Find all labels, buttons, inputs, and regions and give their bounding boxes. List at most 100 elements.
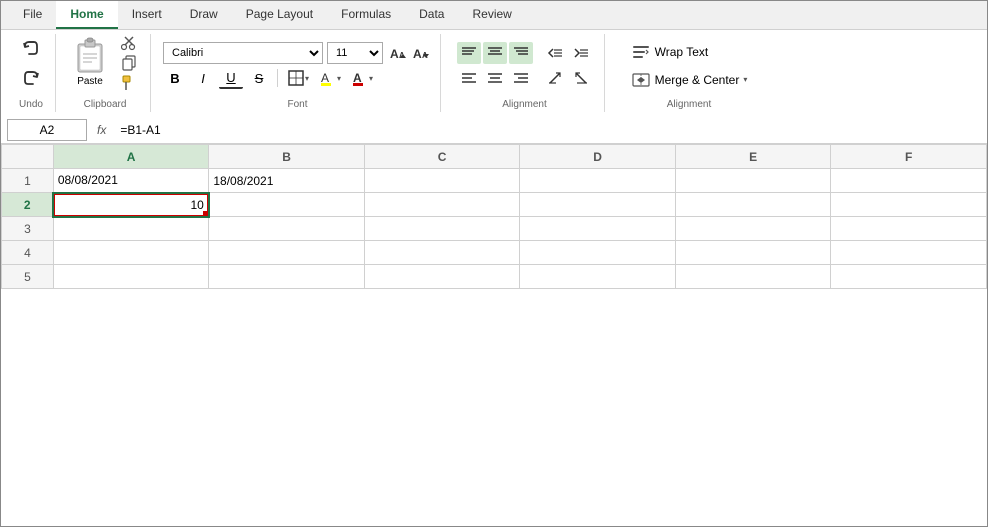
cell-f4[interactable] xyxy=(831,241,987,265)
font-group: Calibri 11 A A xyxy=(155,34,441,112)
tab-formulas[interactable]: Formulas xyxy=(327,1,405,29)
svg-text:A: A xyxy=(353,71,362,85)
increase-font-size-button[interactable]: A A xyxy=(387,42,409,64)
svg-text:A: A xyxy=(413,47,422,61)
cell-e3[interactable] xyxy=(675,217,831,241)
undo-group: Undo xyxy=(7,34,56,112)
cell-e1[interactable] xyxy=(675,169,831,193)
col-header-d[interactable]: D xyxy=(520,145,676,169)
align-right-button[interactable] xyxy=(509,67,533,89)
cell-e2[interactable] xyxy=(675,193,831,217)
cell-a5[interactable] xyxy=(53,265,209,289)
cut-button[interactable] xyxy=(116,34,142,52)
cell-a4[interactable] xyxy=(53,241,209,265)
borders-button[interactable]: ▾ xyxy=(284,67,312,89)
table-row: 3 xyxy=(2,217,987,241)
merge-center-button[interactable]: Merge & Center ▾ xyxy=(627,68,752,92)
formula-input[interactable] xyxy=(116,119,981,141)
strikethrough-button[interactable]: S xyxy=(247,67,271,89)
wrap-text-button[interactable]: Wrap Text xyxy=(627,40,713,64)
decrease-indent-button[interactable] xyxy=(543,42,567,64)
font-name-select[interactable]: Calibri xyxy=(163,42,323,64)
font-color-button[interactable]: A ▾ xyxy=(348,67,376,89)
cell-d2[interactable] xyxy=(520,193,676,217)
align-top-right-icon xyxy=(512,44,530,62)
row-header-2: 2 xyxy=(2,193,54,217)
col-header-a[interactable]: A xyxy=(53,145,209,169)
cell-a2[interactable]: 10 xyxy=(53,193,209,217)
clipboard-group-label: Clipboard xyxy=(84,97,127,112)
align-middle-button[interactable] xyxy=(483,67,507,89)
cell-d5[interactable] xyxy=(520,265,676,289)
cell-b5[interactable] xyxy=(209,265,365,289)
redo-button[interactable] xyxy=(15,64,47,92)
table-row: 5 xyxy=(2,265,987,289)
col-header-b[interactable]: B xyxy=(209,145,365,169)
spreadsheet-table: A B C D E F 1 08/08/2021 18/08/2021 xyxy=(1,144,987,289)
cell-b3[interactable] xyxy=(209,217,365,241)
tab-data[interactable]: Data xyxy=(405,1,458,29)
svg-text:A: A xyxy=(390,47,399,61)
align-center-button[interactable] xyxy=(483,42,507,64)
cell-a2-value: 10 xyxy=(190,198,203,212)
bold-button[interactable]: B xyxy=(163,67,187,89)
cell-c2[interactable] xyxy=(364,193,520,217)
cell-c1[interactable] xyxy=(364,169,520,193)
cell-d1[interactable] xyxy=(520,169,676,193)
cell-c4[interactable] xyxy=(364,241,520,265)
alignment-group: Alignment xyxy=(445,34,605,112)
copy-icon xyxy=(121,55,137,71)
tab-page-layout[interactable]: Page Layout xyxy=(232,1,327,29)
tab-home[interactable]: Home xyxy=(56,1,117,29)
align-left-button[interactable] xyxy=(457,67,481,89)
cell-reference-input[interactable] xyxy=(7,119,87,141)
cell-f5[interactable] xyxy=(831,265,987,289)
increase-indent-button[interactable] xyxy=(569,42,593,64)
decrease-indent-icon xyxy=(546,44,564,62)
tab-draw[interactable]: Draw xyxy=(176,1,232,29)
format-painter-button[interactable] xyxy=(116,74,142,92)
cell-d4[interactable] xyxy=(520,241,676,265)
align-top-left-button[interactable] xyxy=(457,42,481,64)
col-header-c[interactable]: C xyxy=(364,145,520,169)
paste-icon xyxy=(74,36,106,76)
cell-b2[interactable] xyxy=(209,193,365,217)
cell-a1[interactable]: 08/08/2021 xyxy=(53,169,209,193)
tab-review[interactable]: Review xyxy=(458,1,525,29)
col-header-f[interactable]: F xyxy=(831,145,987,169)
cell-a3[interactable] xyxy=(53,217,209,241)
decrease-font-size-button[interactable]: A A xyxy=(410,42,432,64)
cell-b1[interactable]: 18/08/2021 xyxy=(209,169,365,193)
fill-color-button[interactable]: A ▾ xyxy=(316,67,344,89)
spacer2 xyxy=(535,67,541,89)
cell-c5[interactable] xyxy=(364,265,520,289)
tab-insert[interactable]: Insert xyxy=(118,1,176,29)
align-middle-icon xyxy=(486,69,504,87)
cell-f1[interactable] xyxy=(831,169,987,193)
italic-button[interactable]: I xyxy=(191,67,215,89)
cell-edit-indicator xyxy=(203,211,209,217)
col-header-e[interactable]: E xyxy=(675,145,831,169)
copy-button[interactable] xyxy=(116,54,142,72)
cell-e5[interactable] xyxy=(675,265,831,289)
cell-f3[interactable] xyxy=(831,217,987,241)
paste-button[interactable]: Paste xyxy=(68,34,112,89)
cell-b4[interactable] xyxy=(209,241,365,265)
cell-f2[interactable] xyxy=(831,193,987,217)
cell-e4[interactable] xyxy=(675,241,831,265)
underline-button[interactable]: U xyxy=(219,67,243,89)
cell-d3[interactable] xyxy=(520,217,676,241)
spacer xyxy=(535,42,541,64)
align-top-right-button[interactable] xyxy=(509,42,533,64)
cell-c3[interactable] xyxy=(364,217,520,241)
row-header-5: 5 xyxy=(2,265,54,289)
text-direction-button[interactable] xyxy=(543,67,567,89)
font-name-row: Calibri 11 A A xyxy=(163,42,432,64)
tab-file[interactable]: File xyxy=(9,1,56,29)
increase-indent-icon xyxy=(572,44,590,62)
text-direction-2-button[interactable] xyxy=(569,67,593,89)
text-direction-icon xyxy=(546,69,564,87)
font-size-select[interactable]: 11 xyxy=(327,42,383,64)
undo-button[interactable] xyxy=(15,34,47,62)
cut-icon xyxy=(121,35,137,51)
